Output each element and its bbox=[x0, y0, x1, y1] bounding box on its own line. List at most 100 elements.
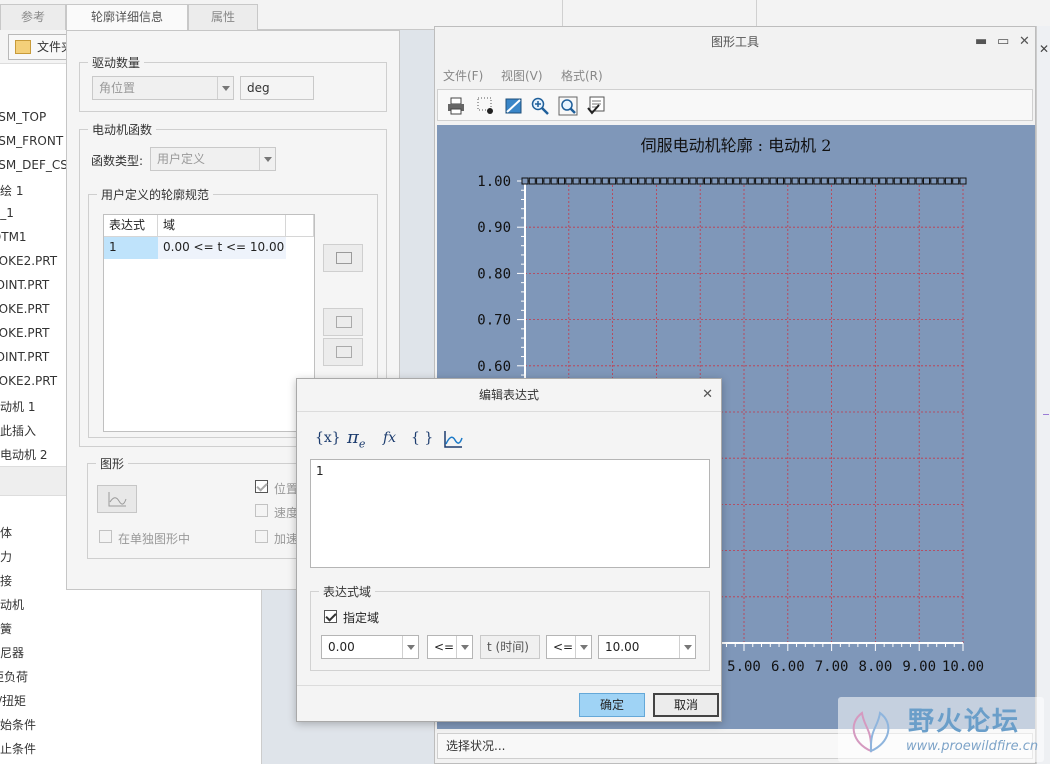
tab-references[interactable]: 参考 bbox=[0, 4, 66, 30]
tree-item[interactable]: YOKE.PRT bbox=[0, 326, 49, 340]
graph-properties-icon[interactable] bbox=[586, 96, 606, 116]
operator-1-select[interactable]: <= bbox=[427, 635, 473, 659]
brackets-icon[interactable]: { } bbox=[411, 427, 433, 449]
tree-item[interactable]: 阻尼器 bbox=[0, 644, 24, 661]
user-defined-profile-title: 用户定义的轮廓规范 bbox=[97, 186, 214, 203]
data-point bbox=[725, 177, 733, 185]
domain-from-input[interactable]: 0.00 bbox=[321, 635, 419, 659]
variable-icon[interactable]: {x} bbox=[315, 427, 341, 449]
insert-row-above-button[interactable] bbox=[323, 308, 363, 336]
adjacent-window-edge: ✕ bbox=[1036, 26, 1050, 764]
operator-2-select[interactable]: <= bbox=[546, 635, 592, 659]
table-cell-domain[interactable]: 0.00 <= t <= 10.00 bbox=[158, 237, 286, 259]
zoom-in-icon[interactable] bbox=[530, 96, 550, 116]
data-point bbox=[798, 177, 806, 185]
specify-domain-label: 指定域 bbox=[343, 611, 380, 625]
tree-item[interactable]: ASM_TOP bbox=[0, 110, 46, 124]
data-point bbox=[915, 177, 923, 185]
tree-item[interactable]: ASM_FRONT bbox=[0, 134, 63, 148]
tree-item[interactable]: 电动机 2 bbox=[0, 446, 47, 463]
edit-expression-button[interactable] bbox=[323, 244, 363, 272]
tree-item[interactable]: 草绘 1 bbox=[0, 182, 23, 199]
tree-item[interactable]: 终止条件 bbox=[0, 740, 36, 757]
graph-icon[interactable] bbox=[443, 429, 463, 449]
drive-quantity-select[interactable]: 角位置 bbox=[92, 76, 234, 100]
tree-item[interactable]: 刚体 bbox=[0, 524, 12, 541]
table-cell-expression[interactable]: 1 bbox=[104, 237, 158, 259]
data-point bbox=[908, 177, 916, 185]
insert-row-below-button[interactable] bbox=[323, 338, 363, 366]
data-point bbox=[871, 177, 879, 185]
velocity-checkbox[interactable] bbox=[255, 504, 268, 517]
position-checkbox[interactable] bbox=[255, 480, 268, 493]
data-point bbox=[565, 177, 573, 185]
constant-pi-icon[interactable]: πe bbox=[347, 427, 365, 451]
specify-domain-checkbox[interactable] bbox=[324, 610, 337, 623]
tree-item[interactable]: 在此插入 bbox=[0, 422, 36, 439]
tree-item[interactable]: YOKE.PRT bbox=[0, 302, 49, 316]
maximize-icon[interactable]: ▭ bbox=[997, 35, 1009, 49]
tree-item[interactable]: 力/扭矩负荷 bbox=[0, 668, 28, 685]
plot-graph-button[interactable] bbox=[97, 485, 137, 513]
acceleration-checkbox[interactable] bbox=[255, 530, 268, 543]
data-point bbox=[769, 177, 777, 185]
data-point bbox=[718, 177, 726, 185]
tree-item[interactable]: A_1 bbox=[0, 206, 14, 220]
folder-button[interactable]: 文件夹 bbox=[8, 34, 72, 60]
tab-profile-details[interactable]: 轮廓详细信息 bbox=[66, 4, 188, 30]
function-type-select[interactable]: 用户定义 bbox=[150, 147, 276, 171]
tree-item[interactable]: JOINT.PRT bbox=[0, 278, 49, 292]
zoom-window-icon[interactable] bbox=[558, 96, 578, 116]
tree-item[interactable]: JOINT.PRT bbox=[0, 350, 49, 364]
print-icon[interactable] bbox=[446, 96, 466, 116]
chart-title: 伺服电动机轮廓 : 电动机 2 bbox=[641, 136, 832, 155]
cancel-button[interactable]: 取消 bbox=[653, 693, 719, 717]
tree-item[interactable]: YOKE2.PRT bbox=[0, 374, 57, 388]
drive-quantity-title: 驱动数量 bbox=[88, 54, 145, 71]
edit-icon bbox=[336, 252, 352, 264]
minimize-icon[interactable]: ▬ bbox=[975, 35, 987, 49]
data-point bbox=[930, 177, 938, 185]
data-point bbox=[660, 177, 668, 185]
expression-editor[interactable]: 1 bbox=[310, 459, 710, 568]
close-icon[interactable]: ✕ bbox=[1019, 35, 1030, 49]
data-point bbox=[711, 177, 719, 185]
collapse-icon[interactable]: ✕ bbox=[1039, 42, 1049, 56]
tab-properties[interactable]: 属性 bbox=[188, 4, 258, 30]
menu-view[interactable]: 视图(V) bbox=[501, 67, 543, 84]
ok-button[interactable]: 确定 bbox=[579, 693, 645, 717]
close-icon[interactable]: ✕ bbox=[702, 388, 713, 402]
tree-item[interactable]: 电动机 1 bbox=[0, 398, 35, 415]
operator-2-value: <= bbox=[553, 640, 574, 654]
menu-format[interactable]: 格式(R) bbox=[561, 67, 603, 84]
tree-item[interactable]: 弹簧 bbox=[0, 620, 12, 637]
dialog-title: 编辑表达式 bbox=[297, 379, 721, 412]
tree-item[interactable]: 重力 bbox=[0, 548, 12, 565]
data-point bbox=[652, 177, 660, 185]
data-point bbox=[959, 177, 967, 185]
variable-field: t (时间) bbox=[480, 635, 540, 659]
domain-to-input[interactable]: 10.00 bbox=[598, 635, 696, 659]
menu-file[interactable]: 文件(F) bbox=[443, 67, 483, 84]
tree-item[interactable]: 连接 bbox=[0, 572, 12, 589]
tree-item[interactable]: YOKE2.PRT bbox=[0, 254, 57, 268]
drive-quantity-group: 驱动数量 角位置 deg bbox=[79, 54, 387, 112]
x-tick-label: 9.00 bbox=[902, 659, 936, 675]
data-point bbox=[579, 177, 587, 185]
tree-item[interactable]: DTM1 bbox=[0, 230, 27, 244]
function-icon[interactable]: fx bbox=[383, 427, 396, 449]
tree-item[interactable]: 力/扭矩 bbox=[0, 692, 26, 709]
data-point bbox=[893, 177, 901, 185]
tree-item[interactable]: 电动机 bbox=[0, 596, 24, 613]
data-point bbox=[755, 177, 763, 185]
separate-graph-checkbox[interactable] bbox=[99, 530, 112, 543]
watermark-logo-icon bbox=[852, 711, 890, 753]
data-point bbox=[601, 177, 609, 185]
refit-icon[interactable] bbox=[504, 96, 524, 116]
function-type-label: 函数类型: bbox=[91, 154, 144, 168]
data-point bbox=[784, 177, 792, 185]
tree-item[interactable]: 初始条件 bbox=[0, 716, 36, 733]
motor-function-title: 电动机函数 bbox=[88, 121, 157, 138]
toggle-grid-icon[interactable] bbox=[476, 96, 496, 116]
chevron-down-icon bbox=[679, 636, 695, 658]
